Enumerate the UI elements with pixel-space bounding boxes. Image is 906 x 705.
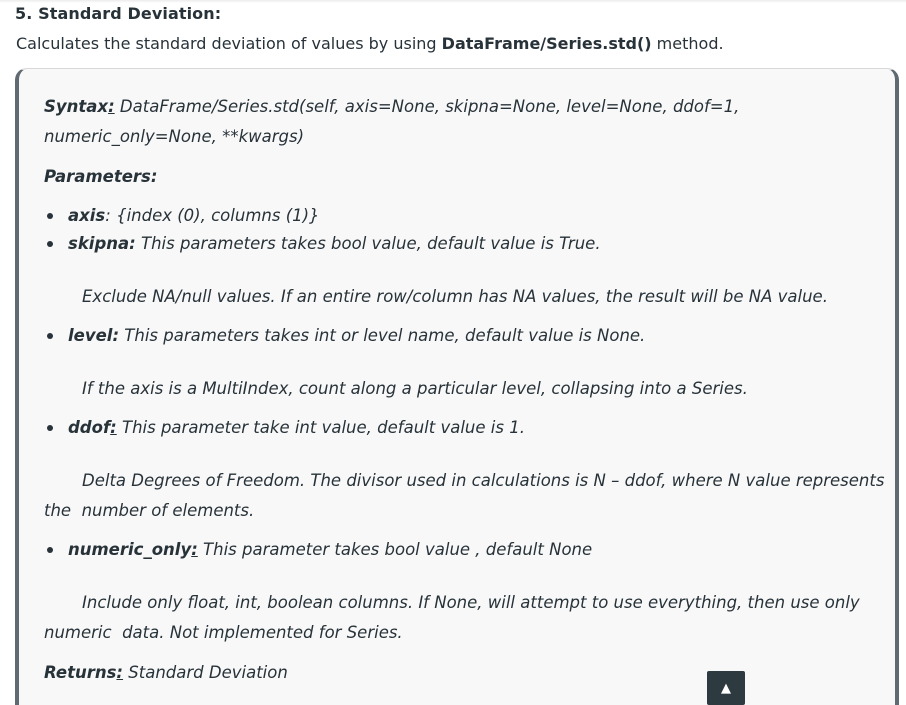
syntax-label: Syntax bbox=[44, 97, 109, 116]
param-ddof-desc-1: Delta Degrees of Freedom. The divisor us… bbox=[82, 471, 885, 490]
article-page: 5. Standard Deviation: Calculates the st… bbox=[0, 0, 906, 705]
param-level-desc: If the axis is a MultiIndex, count along… bbox=[82, 379, 748, 398]
bullet-icon bbox=[47, 333, 53, 339]
section-title: 5. Standard Deviation: bbox=[15, 4, 222, 23]
bullet-icon bbox=[47, 213, 53, 219]
syntax-line-1: Syntax: DataFrame/Series.std(self, axis=… bbox=[44, 97, 739, 116]
param-numeric-only-desc-1: Include only float, int, boolean columns… bbox=[82, 593, 860, 612]
param-name: ddof bbox=[68, 418, 111, 437]
param-name: axis bbox=[68, 206, 106, 225]
returns-label: Returns bbox=[44, 663, 117, 682]
param-name: level: bbox=[68, 326, 120, 345]
scroll-to-top-button[interactable]: ▲ bbox=[707, 671, 745, 705]
param-axis: axis: {index (0), columns (1)} bbox=[68, 206, 320, 225]
param-text: This parameter take int value, default v… bbox=[116, 418, 525, 437]
intro-text: Calculates the standard deviation of val… bbox=[16, 34, 442, 53]
param-level: level: This parameters takes int or leve… bbox=[68, 326, 645, 345]
bullet-icon bbox=[47, 425, 53, 431]
param-text: {index (0), columns (1)} bbox=[110, 206, 320, 225]
header-shadow bbox=[0, 0, 906, 3]
param-sep: : bbox=[110, 418, 117, 437]
returns-line: Returns: Standard Deviation bbox=[44, 663, 288, 682]
param-text: This parameters takes int or level name,… bbox=[119, 326, 646, 345]
syntax-line-2: numeric_only=None, **kwargs) bbox=[44, 127, 305, 146]
param-sep: : bbox=[191, 540, 198, 559]
param-name: skipna: bbox=[68, 234, 136, 253]
param-text: This parameters takes bool value, defaul… bbox=[135, 234, 601, 253]
arrow-up-icon: ▲ bbox=[721, 680, 731, 696]
section-intro: Calculates the standard deviation of val… bbox=[16, 34, 724, 53]
parameters-label: Parameters: bbox=[44, 167, 158, 186]
intro-method-code: DataFrame/Series.std() bbox=[441, 34, 652, 53]
syntax-colon: : bbox=[108, 97, 115, 116]
param-skipna: skipna: This parameters takes bool value… bbox=[68, 234, 601, 253]
param-ddof-desc-2: the number of elements. bbox=[44, 501, 255, 520]
bullet-icon bbox=[47, 547, 53, 553]
intro-text-end: method. bbox=[651, 34, 724, 53]
returns-text: Standard Deviation bbox=[123, 663, 288, 682]
param-text: This parameter takes bool value , defaul… bbox=[197, 540, 593, 559]
syntax-signature: DataFrame/Series.std(self, axis=None, sk… bbox=[114, 97, 740, 116]
param-ddof: ddof: This parameter take int value, def… bbox=[68, 418, 525, 437]
param-name: numeric_only bbox=[68, 540, 192, 559]
bullet-icon bbox=[47, 241, 53, 247]
param-numeric-only-desc-2: numeric data. Not implemented for Series… bbox=[44, 623, 403, 642]
param-numeric-only: numeric_only: This parameter takes bool … bbox=[68, 540, 592, 559]
param-skipna-desc: Exclude NA/null values. If an entire row… bbox=[82, 287, 828, 306]
